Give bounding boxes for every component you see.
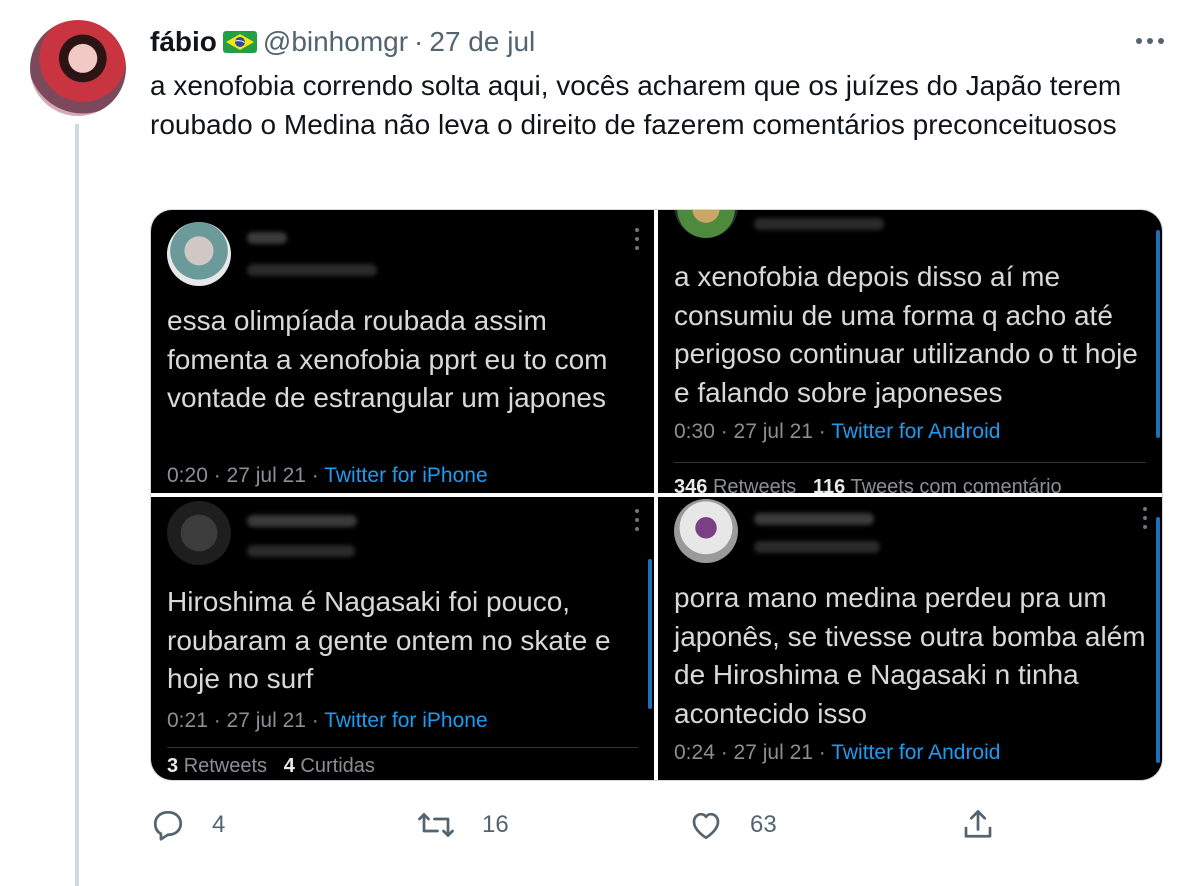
screenshot-text: essa olimpíada roubada assim fomenta a x… bbox=[167, 305, 608, 413]
screenshot-divider bbox=[674, 462, 1146, 463]
screenshot-time: 0:24 · 27 jul 21 · bbox=[674, 741, 832, 764]
media-grid[interactable]: essa olimpíada roubada assim fomenta a x… bbox=[150, 209, 1163, 781]
retweet-icon bbox=[418, 813, 454, 837]
thread-line bbox=[75, 124, 79, 886]
screenshot-avatar bbox=[674, 210, 738, 238]
tweet-text: a xenofobia correndo solta aqui, vocês a… bbox=[150, 70, 1122, 140]
tweet-date[interactable]: 27 de jul bbox=[429, 26, 535, 58]
screenshot-time: 0:21 · 27 jul 21 · bbox=[167, 709, 325, 732]
screenshot-more-icon bbox=[634, 228, 640, 250]
reply-icon bbox=[153, 810, 183, 841]
screenshot-text: a xenofobia depois disso aí me consumiu … bbox=[674, 261, 1138, 408]
screenshot-divider bbox=[167, 747, 638, 748]
blurred-handle bbox=[754, 218, 884, 230]
retweet-count: 16 bbox=[482, 811, 509, 838]
screenshot-time: 0:20 · 27 jul 21 · bbox=[167, 464, 325, 487]
blurred-handle bbox=[754, 541, 880, 553]
brazil-flag-icon bbox=[222, 31, 257, 53]
more-options-icon[interactable] bbox=[1130, 26, 1170, 56]
display-name[interactable]: fábio bbox=[150, 26, 217, 58]
reply-count: 4 bbox=[212, 811, 226, 838]
blurred-name bbox=[754, 513, 874, 525]
blurred-handle bbox=[247, 545, 355, 557]
like-button[interactable]: 63 bbox=[688, 800, 777, 850]
screenshot-source: Twitter for Android bbox=[831, 741, 1001, 764]
screenshot-source: Twitter for iPhone bbox=[324, 709, 488, 732]
likes-label: Curtidas bbox=[300, 755, 375, 777]
screenshot-top-left[interactable]: essa olimpíada roubada assim fomenta a x… bbox=[151, 210, 654, 493]
screenshot-top-right[interactable]: a xenofobia depois disso aí me consumiu … bbox=[658, 210, 1162, 493]
blurred-name bbox=[247, 515, 357, 527]
screenshot-meta: 0:24 · 27 jul 21 · Twitter for Android bbox=[674, 741, 1000, 765]
screenshot-meta: 0:21 · 27 jul 21 · Twitter for iPhone bbox=[167, 709, 488, 733]
blurred-handle bbox=[247, 264, 377, 276]
avatar[interactable] bbox=[30, 20, 126, 116]
share-icon bbox=[964, 810, 992, 838]
tweet-header: fábio @binhomgr · 27 de jul bbox=[150, 24, 535, 60]
reply-button[interactable]: 4 bbox=[150, 800, 225, 850]
screenshot-stats: 3 Retweets 4 Curtidas bbox=[167, 755, 375, 778]
screenshot-source: Twitter for Android bbox=[831, 420, 1001, 443]
tweet-actions: 4 16 63 bbox=[150, 800, 1150, 850]
screenshot-bottom-left[interactable]: Hiroshima é Nagasaki foi pouco, roubaram… bbox=[151, 497, 654, 780]
screenshot-meta: 0:20 · 27 jul 21 · Twitter for iPhone bbox=[167, 464, 488, 488]
likes-count: 4 bbox=[283, 755, 295, 777]
screenshot-bottom-right[interactable]: porra mano medina perdeu pra um japonês,… bbox=[658, 497, 1162, 780]
retweets-count: 3 bbox=[167, 755, 179, 777]
blurred-name bbox=[247, 232, 287, 244]
screenshot-avatar bbox=[674, 499, 738, 563]
screenshot-text: Hiroshima é Nagasaki foi pouco, roubaram… bbox=[167, 586, 611, 694]
screenshot-scrollbar bbox=[1156, 230, 1160, 438]
screenshot-source: Twitter for iPhone bbox=[324, 464, 488, 487]
retweets-label: Retweets bbox=[183, 755, 268, 777]
retweets-label: Retweets bbox=[712, 476, 797, 493]
screenshot-scrollbar bbox=[648, 559, 652, 709]
screenshot-text: porra mano medina perdeu pra um japonês,… bbox=[674, 582, 1146, 729]
retweets-count: 346 bbox=[674, 476, 708, 493]
screenshot-meta: 0:30 · 27 jul 21 · Twitter for Android bbox=[674, 420, 1000, 444]
quotes-count: 116 bbox=[812, 476, 846, 493]
retweet-button[interactable]: 16 bbox=[416, 800, 509, 850]
share-button[interactable] bbox=[960, 800, 996, 850]
screenshot-avatar bbox=[167, 222, 231, 286]
like-count: 63 bbox=[750, 811, 777, 838]
quotes-label: Tweets com comentário bbox=[850, 476, 1062, 493]
screenshot-avatar bbox=[167, 501, 231, 565]
tweet-page: fábio @binhomgr · 27 de jul a xenofobia … bbox=[0, 0, 1194, 886]
screenshot-scrollbar bbox=[1156, 517, 1160, 763]
separator: · bbox=[414, 26, 424, 57]
handle[interactable]: @binhomgr bbox=[263, 26, 408, 58]
screenshot-time: 0:30 · 27 jul 21 · bbox=[674, 420, 832, 443]
screenshot-more-icon bbox=[634, 509, 640, 531]
screenshot-stats: 346 Retweets 116 Tweets com comentário bbox=[674, 476, 1062, 493]
screenshot-more-icon bbox=[1142, 507, 1148, 529]
heart-icon bbox=[692, 812, 720, 840]
